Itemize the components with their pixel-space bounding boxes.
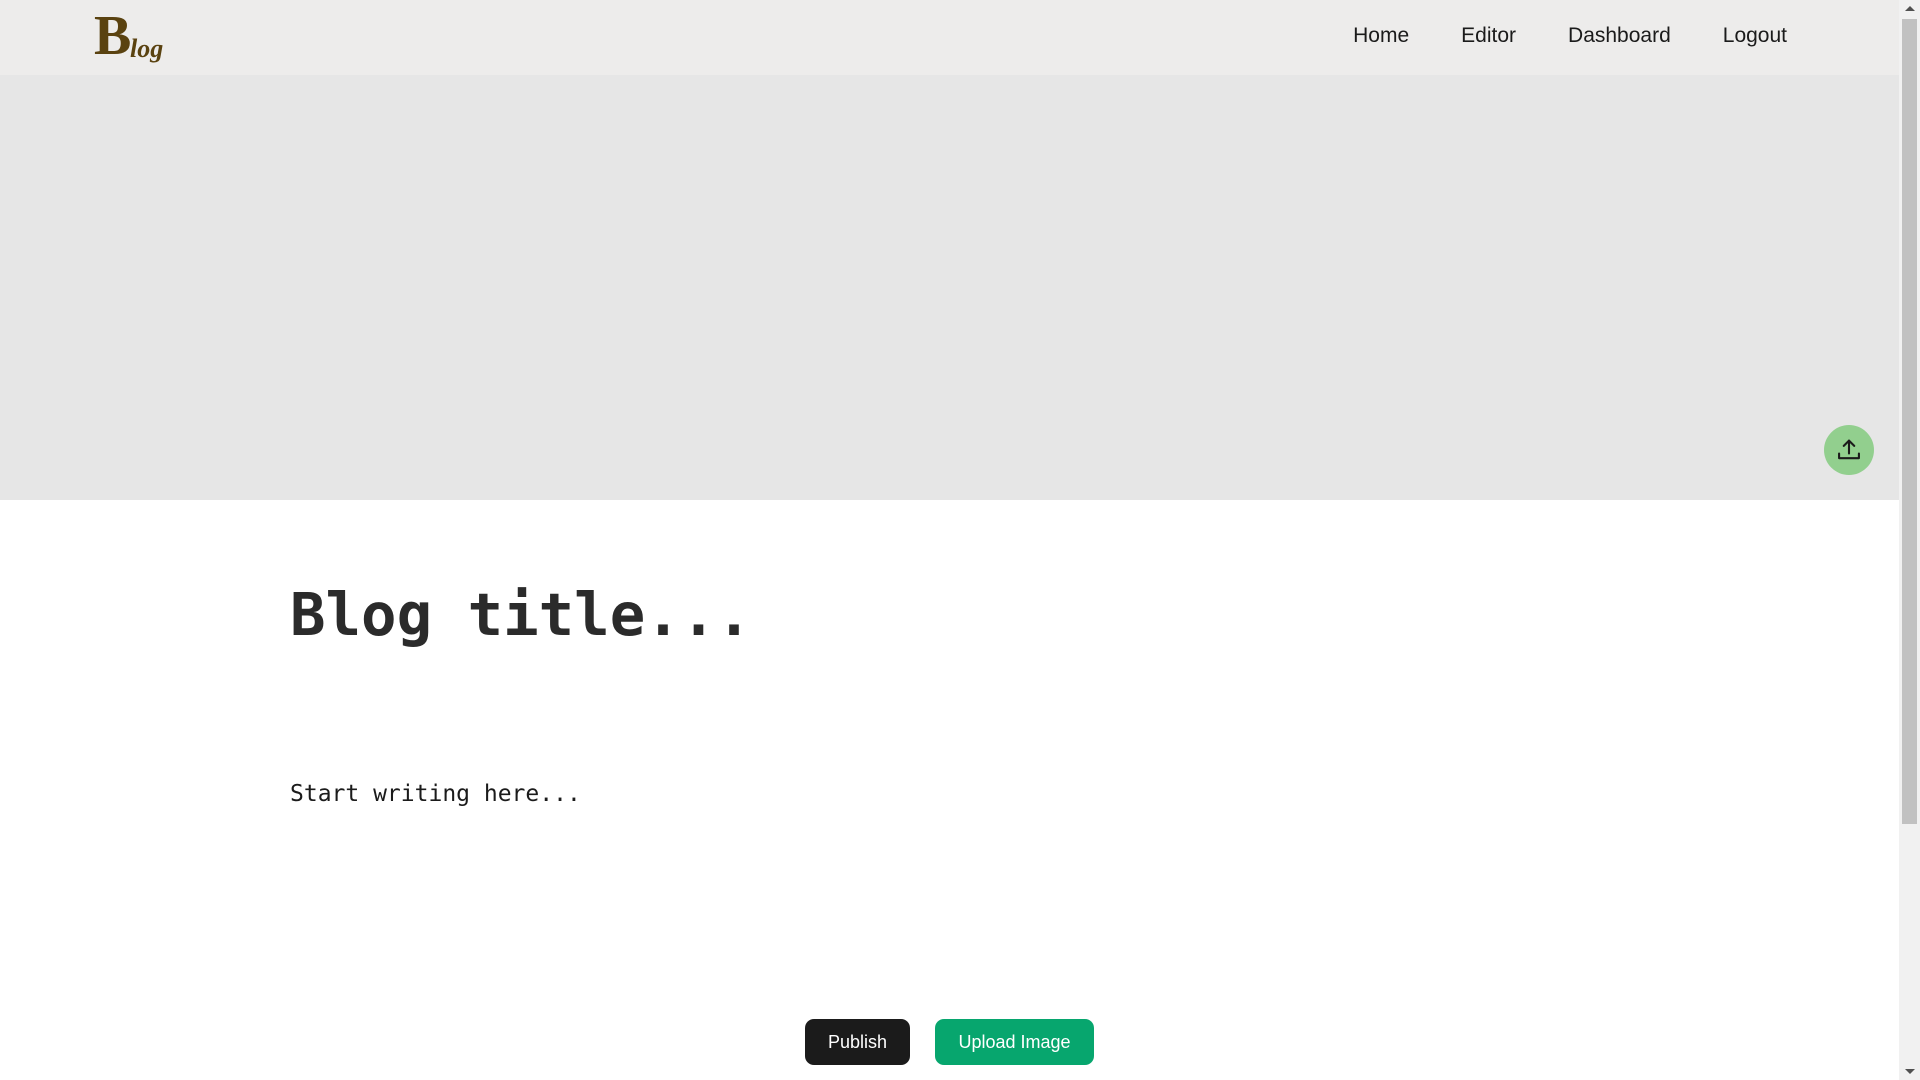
nav-link-home[interactable]: Home xyxy=(1353,24,1409,48)
logo[interactable]: B log xyxy=(94,8,174,68)
scrollbar-thumb[interactable] xyxy=(1902,19,1917,824)
blog-title-input[interactable] xyxy=(290,572,1590,656)
logo-text: log xyxy=(130,34,164,63)
nav-link-editor[interactable]: Editor xyxy=(1461,24,1516,48)
page: B log Home Editor Dashboard Logout Publi… xyxy=(0,0,1899,1080)
article-textarea[interactable] xyxy=(290,776,1590,976)
upload-image-button[interactable]: Upload Image xyxy=(935,1019,1094,1065)
banner-image-area xyxy=(0,75,1899,500)
scroll-down-icon[interactable] xyxy=(1899,1063,1920,1080)
vertical-scrollbar[interactable] xyxy=(1899,0,1920,1080)
navbar: B log Home Editor Dashboard Logout xyxy=(0,0,1899,75)
logo-initial: B xyxy=(94,5,131,67)
nav-link-dashboard[interactable]: Dashboard xyxy=(1568,24,1671,48)
scroll-up-icon[interactable] xyxy=(1899,0,1920,17)
nav-link-logout[interactable]: Logout xyxy=(1723,24,1787,48)
nav-links: Home Editor Dashboard Logout xyxy=(1301,0,1787,72)
publish-button[interactable]: Publish xyxy=(805,1019,910,1065)
upload-icon xyxy=(1838,439,1860,460)
banner-upload-button[interactable] xyxy=(1824,425,1874,475)
